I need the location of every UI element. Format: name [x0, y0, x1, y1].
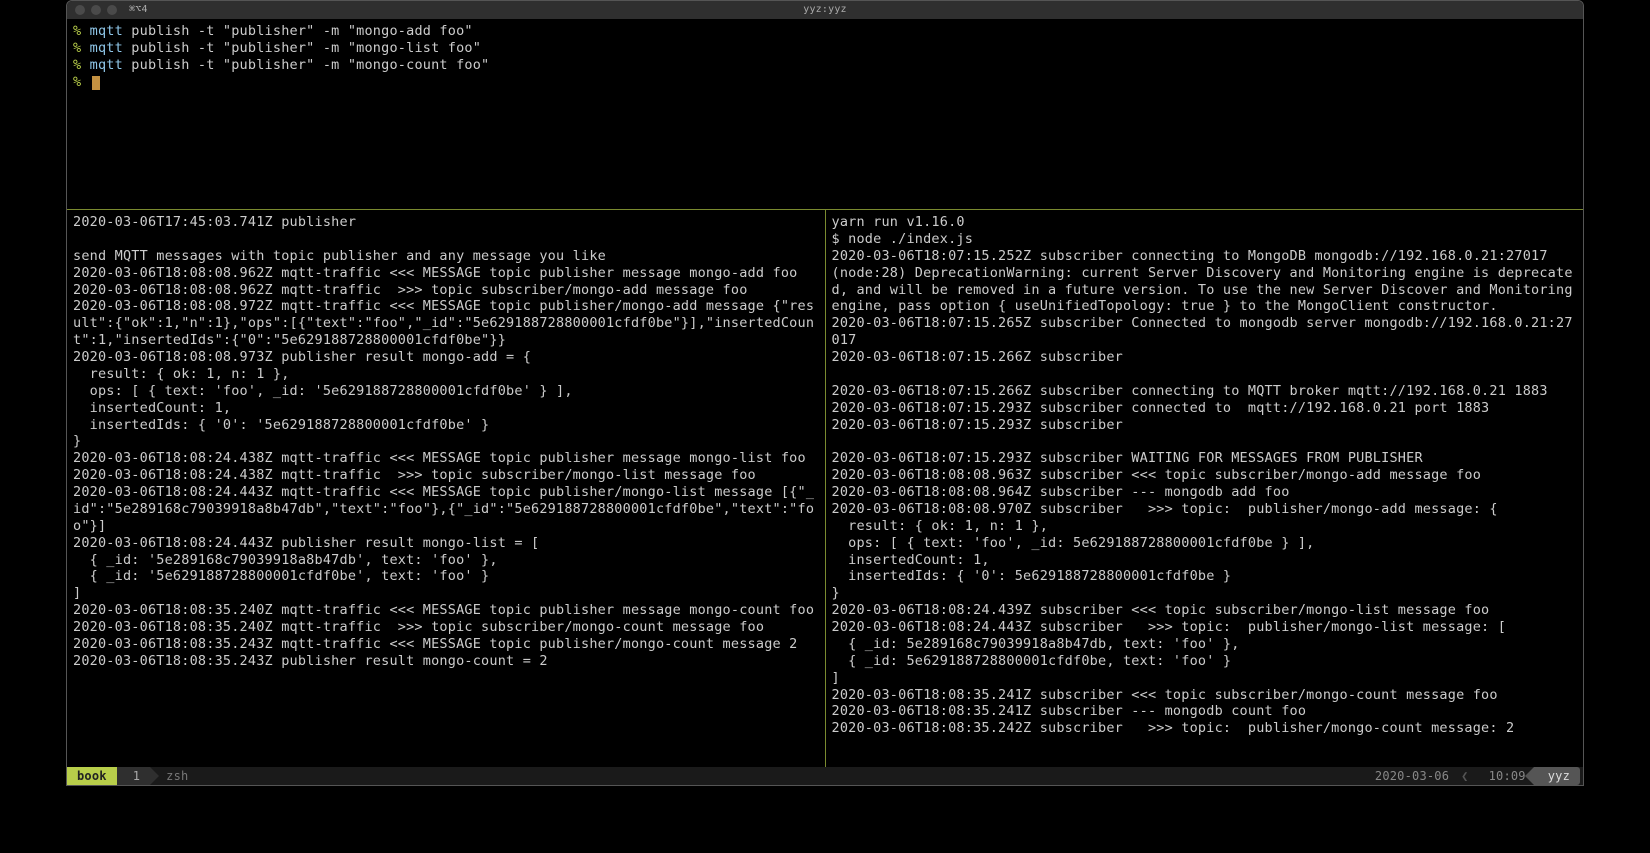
log-line: (node:28) DeprecationWarning: current Se…	[832, 265, 1578, 316]
command-args: publish -t "publisher" -m "mongo-add foo…	[123, 23, 473, 39]
cursor	[92, 76, 100, 90]
log-line: ]	[73, 585, 819, 602]
tmux-statusbar[interactable]: book 1 zsh 2020-03-06 ❮ 10:09 yyz	[67, 767, 1583, 785]
status-index[interactable]: 1	[117, 767, 150, 785]
status-right: 2020-03-06 ❮ 10:09 yyz	[1367, 767, 1583, 785]
log-line: 2020-03-06T18:08:24.439Z subscriber <<< …	[832, 602, 1578, 619]
top-pane[interactable]: % mqtt publish -t "publisher" -m "mongo-…	[67, 19, 1583, 209]
log-line: ops: [ { text: 'foo', _id: '5e6291887288…	[73, 383, 819, 400]
log-line: 2020-03-06T18:08:08.973Z publisher resul…	[73, 349, 819, 366]
log-line: 2020-03-06T18:07:15.266Z subscriber	[832, 349, 1578, 366]
log-line: ]	[832, 670, 1578, 687]
terminal-window: ⌘⌥4 yyz:yyz % mqtt publish -t "publisher…	[66, 0, 1584, 786]
log-line: { _id: 5e629188728800001cfdf0be, text: '…	[832, 653, 1578, 670]
title-center: yyz:yyz	[803, 4, 847, 17]
window-controls	[67, 5, 117, 15]
chevron-left-icon: ❮	[1461, 769, 1468, 784]
close-icon[interactable]	[75, 5, 85, 15]
log-line: 2020-03-06T18:08:08.962Z mqtt-traffic >>…	[73, 282, 819, 299]
log-line: $ node ./index.js	[832, 231, 1578, 248]
log-line	[832, 366, 1578, 383]
status-shell[interactable]: zsh	[150, 767, 198, 785]
command-args: publish -t "publisher" -m "mongo-list fo…	[123, 40, 481, 56]
log-line: send MQTT messages with topic publisher …	[73, 248, 819, 265]
log-line: 2020-03-06T18:07:15.252Z subscriber conn…	[832, 248, 1578, 265]
log-line: 2020-03-06T18:08:24.443Z mqtt-traffic <<…	[73, 484, 819, 535]
log-line: 2020-03-06T18:07:15.266Z subscriber conn…	[832, 383, 1578, 400]
log-line: }	[73, 433, 819, 450]
log-line: { _id: 5e289168c79039918a8b47db, text: '…	[832, 636, 1578, 653]
log-line	[73, 231, 819, 248]
log-line: 2020-03-06T18:08:35.240Z mqtt-traffic <<…	[73, 602, 819, 619]
status-host: book	[67, 767, 117, 785]
log-line: insertedCount: 1,	[73, 400, 819, 417]
command-line: % mqtt publish -t "publisher" -m "mongo-…	[73, 40, 1577, 57]
log-line: yarn run v1.16.0	[832, 214, 1578, 231]
prompt: %	[73, 74, 90, 90]
log-line: }	[832, 585, 1578, 602]
status-remote: yyz	[1534, 767, 1580, 785]
log-line: 2020-03-06T17:45:03.741Z publisher	[73, 214, 819, 231]
bottom-split: 2020-03-06T17:45:03.741Z publisher send …	[67, 210, 1583, 767]
log-line: 2020-03-06T18:08:35.242Z subscriber >>> …	[832, 720, 1578, 737]
log-line: 2020-03-06T18:08:08.964Z subscriber --- …	[832, 484, 1578, 501]
command-keyword: mqtt	[90, 40, 123, 56]
log-line: 2020-03-06T18:08:24.443Z publisher resul…	[73, 535, 819, 552]
log-line: 2020-03-06T18:07:15.293Z subscriber	[832, 417, 1578, 434]
log-line: 2020-03-06T18:07:15.265Z subscriber Conn…	[832, 315, 1578, 349]
log-line: result: { ok: 1, n: 1 },	[832, 518, 1578, 535]
command-args: publish -t "publisher" -m "mongo-count f…	[123, 57, 489, 73]
log-line: { _id: '5e289168c79039918a8b47db', text:…	[73, 552, 819, 569]
prompt: %	[73, 40, 90, 56]
log-line: ops: [ { text: 'foo', _id: 5e62918872880…	[832, 535, 1578, 552]
log-line: 2020-03-06T18:08:35.241Z subscriber <<< …	[832, 687, 1578, 704]
prompt: %	[73, 23, 90, 39]
log-line: 2020-03-06T18:08:08.963Z subscriber <<< …	[832, 467, 1578, 484]
log-line: insertedIds: { '0': '5e629188728800001cf…	[73, 417, 819, 434]
log-line: 2020-03-06T18:08:35.241Z subscriber --- …	[832, 703, 1578, 720]
log-line: 2020-03-06T18:07:15.293Z subscriber WAIT…	[832, 450, 1578, 467]
title-left: ⌘⌥4	[129, 4, 148, 17]
log-line: 2020-03-06T18:08:08.970Z subscriber >>> …	[832, 501, 1578, 518]
log-line: 2020-03-06T18:08:35.243Z mqtt-traffic <<…	[73, 636, 819, 653]
log-line: 2020-03-06T18:08:24.438Z mqtt-traffic <<…	[73, 450, 819, 467]
log-line: 2020-03-06T18:08:35.243Z publisher resul…	[73, 653, 819, 670]
log-line: 2020-03-06T18:08:08.972Z mqtt-traffic <<…	[73, 298, 819, 349]
command-keyword: mqtt	[90, 57, 123, 73]
log-line: insertedCount: 1,	[832, 552, 1578, 569]
log-line: 2020-03-06T18:07:15.293Z subscriber conn…	[832, 400, 1578, 417]
tmux-content: % mqtt publish -t "publisher" -m "mongo-…	[67, 19, 1583, 767]
prompt: %	[73, 57, 90, 73]
command-line: % mqtt publish -t "publisher" -m "mongo-…	[73, 23, 1577, 40]
titlebar[interactable]: ⌘⌥4 yyz:yyz	[67, 1, 1583, 19]
command-line: %	[73, 74, 1577, 91]
log-line: result: { ok: 1, n: 1 },	[73, 366, 819, 383]
log-line: 2020-03-06T18:08:35.240Z mqtt-traffic >>…	[73, 619, 819, 636]
zoom-icon[interactable]	[107, 5, 117, 15]
log-line: 2020-03-06T18:08:24.443Z subscriber >>> …	[832, 619, 1578, 636]
log-line: 2020-03-06T18:08:24.438Z mqtt-traffic >>…	[73, 467, 819, 484]
minimize-icon[interactable]	[91, 5, 101, 15]
command-keyword: mqtt	[90, 23, 123, 39]
log-line: { _id: '5e629188728800001cfdf0be', text:…	[73, 568, 819, 585]
status-date: 2020-03-06	[1367, 767, 1457, 785]
log-line: 2020-03-06T18:08:08.962Z mqtt-traffic <<…	[73, 265, 819, 282]
command-line: % mqtt publish -t "publisher" -m "mongo-…	[73, 57, 1577, 74]
right-pane[interactable]: yarn run v1.16.0$ node ./index.js2020-03…	[826, 210, 1584, 767]
log-line: insertedIds: { '0': 5e629188728800001cfd…	[832, 568, 1578, 585]
left-pane[interactable]: 2020-03-06T17:45:03.741Z publisher send …	[67, 210, 826, 767]
log-line	[832, 433, 1578, 450]
